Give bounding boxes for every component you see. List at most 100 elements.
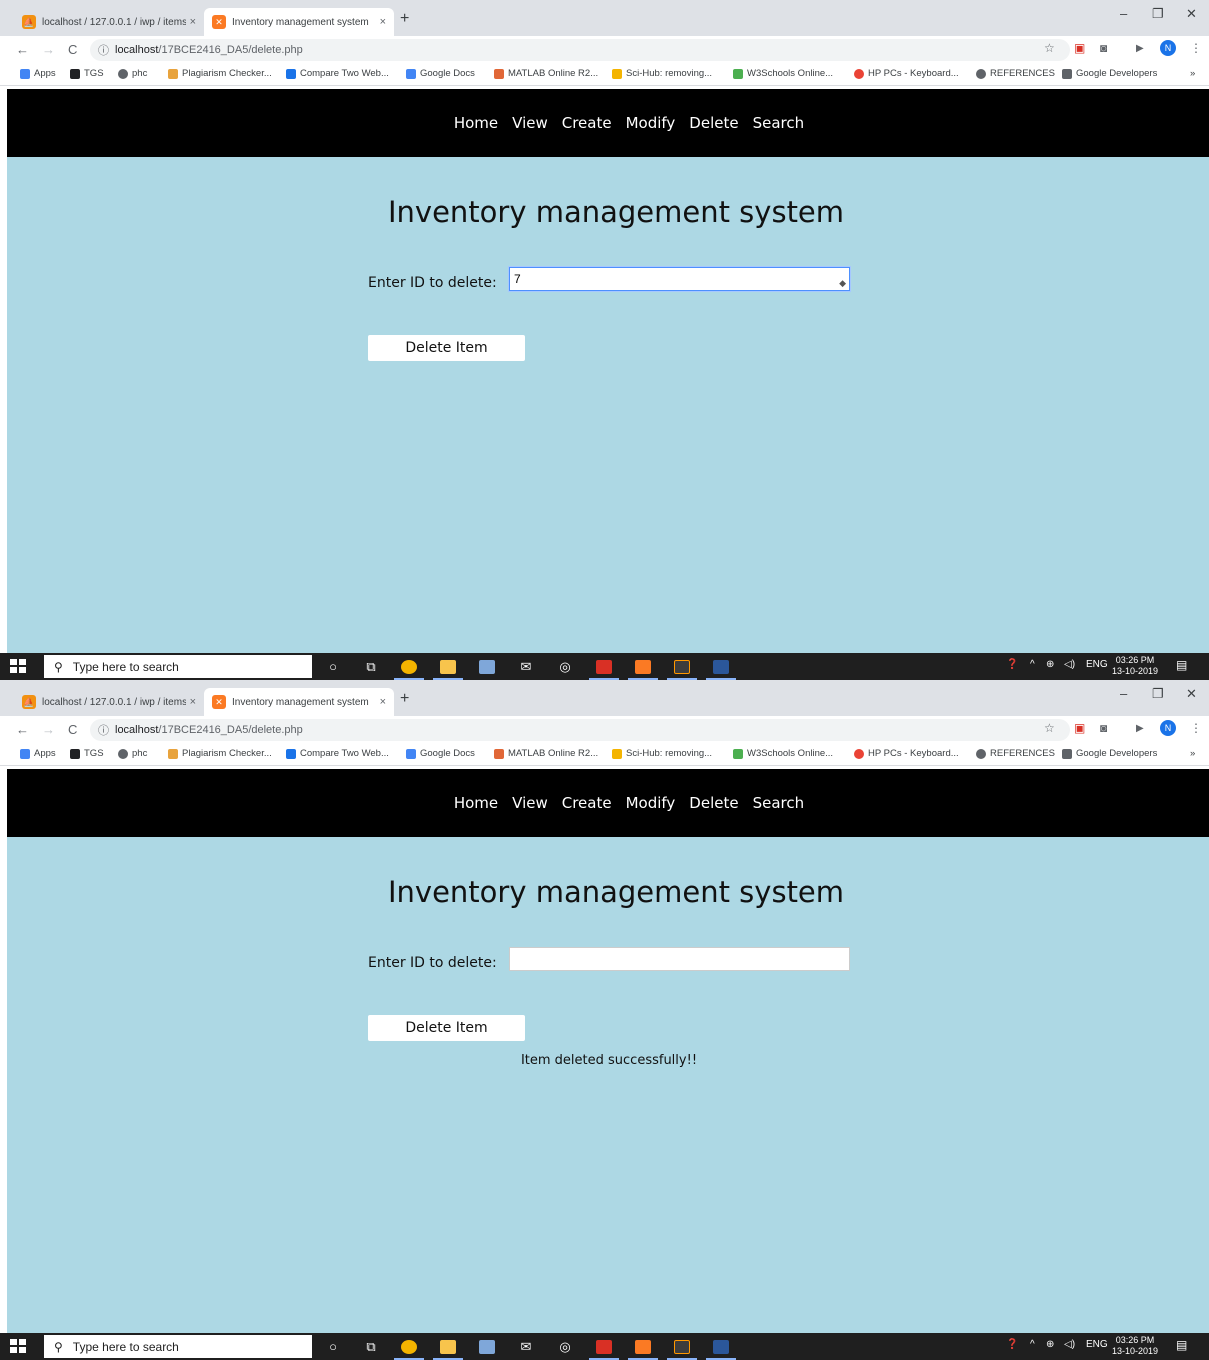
play-icon[interactable]: ▶ (1136, 43, 1144, 54)
acrobat-icon[interactable] (589, 1337, 619, 1360)
word-icon[interactable] (706, 1337, 736, 1360)
nav-search[interactable]: Search (753, 114, 805, 132)
windows-start-icon[interactable] (10, 659, 26, 673)
clock[interactable]: 03:26 PM 13-10-2019 (1112, 655, 1158, 677)
delete-item-button[interactable]: Delete Item (368, 1015, 525, 1041)
taskbar-search[interactable]: ⚲ Type here to search (44, 655, 312, 678)
bookmark-apps[interactable]: Apps (20, 68, 56, 79)
new-tab-button[interactable]: + (400, 10, 409, 28)
bookmark-apps[interactable]: Apps (20, 748, 56, 759)
chevron-up-icon[interactable]: ^ (1030, 1339, 1035, 1350)
cortana-icon[interactable]: ○ (322, 657, 344, 676)
info-icon[interactable]: ⓘ (98, 722, 109, 738)
back-arrow-icon[interactable]: ← (16, 42, 29, 57)
bookmark-compare[interactable]: Compare Two Web... (286, 68, 389, 79)
chevron-up-icon[interactable]: ^ (1030, 659, 1035, 670)
nav-delete[interactable]: Delete (689, 794, 738, 812)
bookmark-matlab[interactable]: MATLAB Online R2... (494, 68, 598, 79)
nav-view[interactable]: View (512, 114, 548, 132)
camera-icon[interactable]: ◙ (1100, 41, 1107, 55)
nav-home[interactable]: Home (454, 114, 498, 132)
bookmark-scihub[interactable]: Sci-Hub: removing... (612, 68, 712, 79)
close-icon[interactable]: × (380, 16, 386, 28)
mail-icon[interactable]: ✉ (515, 657, 537, 676)
close-icon[interactable]: × (380, 696, 386, 708)
sublime-text-icon[interactable] (667, 657, 697, 680)
menu-icon[interactable]: ⋮ (1190, 41, 1202, 55)
nav-create[interactable]: Create (562, 114, 612, 132)
nav-search[interactable]: Search (753, 794, 805, 812)
nav-create[interactable]: Create (562, 794, 612, 812)
bookmark-scihub[interactable]: Sci-Hub: removing... (612, 748, 712, 759)
bookmarks-overflow[interactable]: » (1190, 748, 1195, 759)
task-view-icon[interactable]: ⧉ (360, 1337, 382, 1356)
play-icon[interactable]: ▶ (1136, 723, 1144, 734)
star-icon[interactable]: ☆ (1044, 41, 1055, 55)
bookmark-tgs[interactable]: TGS (70, 748, 104, 759)
profile-avatar[interactable]: N (1160, 40, 1176, 56)
help-icon[interactable]: ❓ (1006, 659, 1018, 670)
volume-icon[interactable]: ◁) (1064, 659, 1075, 670)
url-field[interactable]: ⓘ localhost/17BCE2416_DA5/delete.php (90, 719, 1070, 741)
bookmark-google-developers[interactable]: Google Developers (1062, 748, 1157, 759)
reload-icon[interactable]: C (68, 722, 77, 737)
bookmark-references[interactable]: REFERENCES (976, 68, 1055, 79)
url-field[interactable]: ⓘ localhost/17BCE2416_DA5/delete.php (90, 39, 1070, 61)
notification-icon[interactable]: ▤ (1176, 1338, 1192, 1354)
bookmark-google-docs[interactable]: Google Docs (406, 748, 475, 759)
bookmark-phc[interactable]: phc (118, 68, 147, 79)
task-view-icon[interactable]: ⧉ (360, 657, 382, 676)
nav-modify[interactable]: Modify (626, 794, 676, 812)
media-player-icon[interactable]: ◎ (554, 657, 576, 676)
tab-phpmyadmin[interactable]: ⛵ localhost / 127.0.0.1 / iwp / items × (14, 8, 204, 36)
star-icon[interactable]: ☆ (1044, 721, 1055, 735)
back-arrow-icon[interactable]: ← (16, 722, 29, 737)
new-tab-button[interactable]: + (400, 690, 409, 708)
chrome-icon[interactable] (394, 657, 424, 680)
help-icon[interactable]: ❓ (1006, 1339, 1018, 1350)
id-input[interactable] (509, 947, 850, 971)
snipping-tool-icon[interactable] (476, 657, 498, 676)
pdf-extension-icon[interactable]: ▣ (1074, 721, 1085, 735)
bookmark-w3schools[interactable]: W3Schools Online... (733, 748, 833, 759)
network-icon[interactable]: ⊕ (1046, 1339, 1054, 1350)
maximize-button[interactable]: ❐ (1152, 686, 1164, 702)
delete-item-button[interactable]: Delete Item (368, 335, 525, 361)
cortana-icon[interactable]: ○ (322, 1337, 344, 1356)
word-icon[interactable] (706, 657, 736, 680)
volume-icon[interactable]: ◁) (1064, 1339, 1075, 1350)
bookmark-matlab[interactable]: MATLAB Online R2... (494, 748, 598, 759)
maximize-button[interactable]: ❐ (1152, 6, 1164, 22)
bookmark-phc[interactable]: phc (118, 748, 147, 759)
bookmark-w3schools[interactable]: W3Schools Online... (733, 68, 833, 79)
minimize-button[interactable]: – (1120, 6, 1127, 21)
tab-phpmyadmin[interactable]: ⛵ localhost / 127.0.0.1 / iwp / items × (14, 688, 204, 716)
nav-home[interactable]: Home (454, 794, 498, 812)
chrome-icon[interactable] (394, 1337, 424, 1360)
mail-icon[interactable]: ✉ (515, 1337, 537, 1356)
bookmark-hp[interactable]: HP PCs - Keyboard... (854, 748, 959, 759)
tab-inventory[interactable]: ✕ Inventory management system × (204, 8, 394, 36)
bookmark-google-docs[interactable]: Google Docs (406, 68, 475, 79)
info-icon[interactable]: ⓘ (98, 42, 109, 58)
sublime-text-icon[interactable] (667, 1337, 697, 1360)
windows-start-icon[interactable] (10, 1339, 26, 1353)
close-window-button[interactable]: ✕ (1186, 686, 1197, 702)
tab-inventory[interactable]: ✕ Inventory management system × (204, 688, 394, 716)
close-icon[interactable]: × (190, 696, 196, 708)
nav-modify[interactable]: Modify (626, 114, 676, 132)
bookmark-compare[interactable]: Compare Two Web... (286, 748, 389, 759)
language-indicator[interactable]: ENG (1086, 1339, 1108, 1350)
pdf-extension-icon[interactable]: ▣ (1074, 41, 1085, 55)
nav-delete[interactable]: Delete (689, 114, 738, 132)
minimize-button[interactable]: – (1120, 686, 1127, 701)
snipping-tool-icon[interactable] (476, 1337, 498, 1356)
bookmark-hp[interactable]: HP PCs - Keyboard... (854, 68, 959, 79)
network-icon[interactable]: ⊕ (1046, 659, 1054, 670)
reload-icon[interactable]: C (68, 42, 77, 57)
close-icon[interactable]: × (190, 16, 196, 28)
clock[interactable]: 03:26 PM 13-10-2019 (1112, 1335, 1158, 1357)
language-indicator[interactable]: ENG (1086, 659, 1108, 670)
bookmark-references[interactable]: REFERENCES (976, 748, 1055, 759)
xampp-icon[interactable] (628, 657, 658, 680)
